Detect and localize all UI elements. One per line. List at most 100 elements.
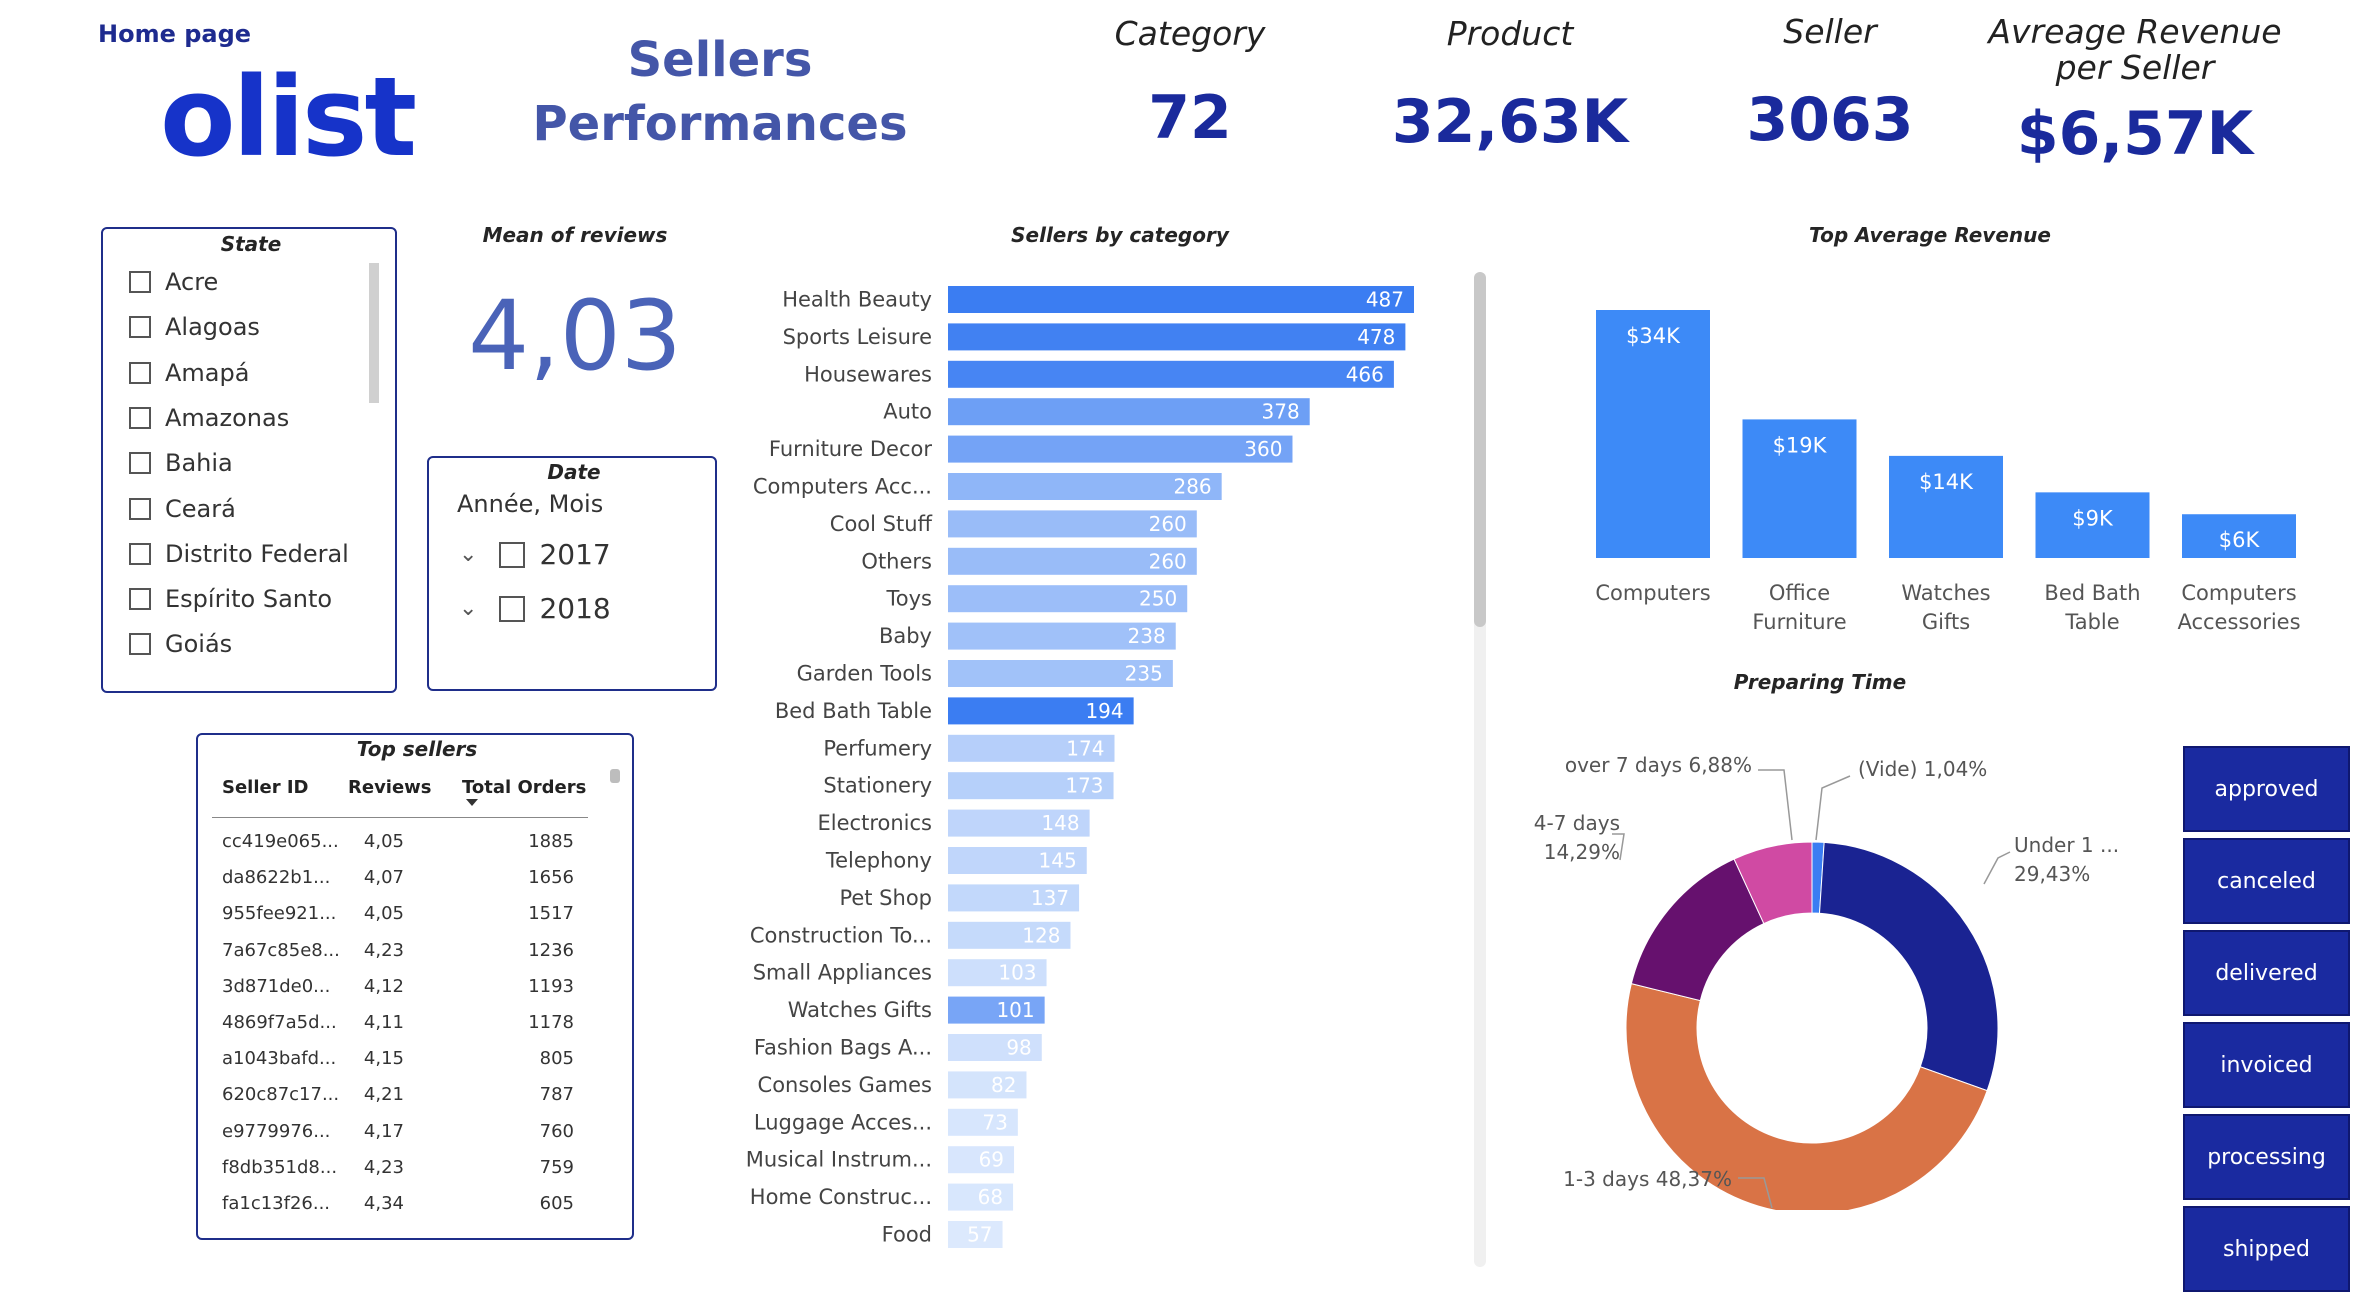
category-label: Health Beauty (782, 288, 932, 312)
top-sellers-title: Top sellers (356, 737, 478, 761)
total-orders-cell: 605 (539, 1193, 574, 1214)
status-canceled-button[interactable]: canceled (2183, 838, 2350, 924)
col-seller-id[interactable]: Seller ID (222, 777, 309, 798)
state-item[interactable]: Espírito Santo (129, 584, 332, 614)
category-value-label: 148 (1041, 811, 1079, 835)
chevron-down-icon[interactable]: ⌄ (459, 542, 477, 567)
category-value-label: 128 (1022, 923, 1060, 947)
state-checkbox[interactable] (129, 361, 151, 384)
category-label: Pet Shop (839, 886, 932, 910)
date-filter-title: Date (547, 460, 601, 484)
reviews-cell: 4,15 (363, 1048, 404, 1070)
seller-id-cell: cc419e065... (222, 831, 339, 852)
category-value-label: 466 (1346, 362, 1384, 386)
sellers-by-category-title: Sellers by category (1011, 223, 1229, 247)
category-value-label: 82 (991, 1073, 1016, 1097)
seller-id-cell: da8622b1... (222, 867, 331, 889)
year-2017-item[interactable]: ⌄ 2017 (459, 538, 611, 571)
state-checkbox[interactable] (129, 406, 151, 429)
total-orders-cell: 759 (539, 1156, 574, 1178)
category-bar[interactable] (948, 286, 1414, 313)
chevron-down-icon[interactable]: ⌄ (459, 596, 477, 621)
category-label: Housewares (804, 362, 932, 386)
state-checkbox[interactable] (129, 452, 151, 475)
year-2017-checkbox[interactable] (499, 541, 526, 568)
revenue-category-label: Table (2064, 610, 2119, 634)
state-label: Espírito Santo (165, 585, 333, 614)
total-orders-cell: 805 (539, 1048, 574, 1070)
category-value-label: 250 (1139, 587, 1177, 611)
date-filter-panel: Date Année, Mois ⌄ 2017 ⌄ 2018 (427, 456, 717, 691)
state-item[interactable]: Ceará (129, 494, 236, 524)
state-checkbox[interactable] (129, 316, 151, 339)
status-delivered-button[interactable]: delivered (2183, 930, 2350, 1016)
category-bar[interactable] (948, 398, 1310, 426)
kpi-category-value: 72 (1148, 83, 1232, 153)
status-approved-button[interactable]: approved (2183, 746, 2350, 832)
state-checkbox[interactable] (129, 633, 151, 656)
category-label: Baby (879, 624, 932, 648)
home-page-link[interactable]: Home page (98, 20, 251, 48)
donut-leader-line (1815, 775, 1851, 841)
state-item[interactable]: Bahia (129, 448, 233, 478)
state-item[interactable]: Amazonas (129, 403, 289, 433)
reviews-cell: 4,23 (363, 1156, 404, 1178)
total-orders-cell: 1885 (528, 831, 574, 852)
donut-percent-label: 29,43% (2014, 862, 2090, 886)
category-bar[interactable] (948, 323, 1406, 351)
category-value-label: 145 (1039, 849, 1077, 873)
revenue-value-label: $19K (1773, 433, 1828, 457)
state-checkbox[interactable] (129, 497, 151, 520)
state-checkbox[interactable] (129, 271, 151, 293)
category-value-label: 173 (1065, 774, 1103, 798)
donut-label: over 7 days 6,88% (1565, 753, 1752, 777)
total-orders-cell: 1236 (528, 939, 574, 961)
category-label: Musical Instrum... (746, 1148, 932, 1172)
state-item[interactable]: Goiás (129, 629, 232, 659)
category-label: Consoles Games (758, 1073, 932, 1097)
revenue-category-label: Computers (1595, 581, 1710, 605)
seller-id-cell: a1043bafd... (222, 1048, 337, 1070)
category-value-label: 238 (1128, 624, 1166, 648)
category-label: Luggage Acces... (754, 1110, 932, 1134)
category-label: Furniture Decor (769, 437, 932, 461)
category-bar[interactable] (948, 435, 1293, 463)
year-2018-checkbox[interactable] (499, 595, 526, 622)
mean-reviews-title: Mean of reviews (482, 223, 668, 247)
page-title: Sellers Performances (520, 28, 920, 156)
status-processing-button[interactable]: processing (2183, 1114, 2350, 1200)
donut-slice[interactable] (1818, 841, 1999, 1092)
state-item[interactable]: Acre (129, 267, 218, 297)
status-shipped-button[interactable]: shipped (2183, 1206, 2350, 1292)
seller-id-cell: 3d871de0... (222, 975, 331, 997)
state-item[interactable]: Alagoas (129, 312, 260, 342)
top-sellers-panel: Top sellers Seller ID Reviews Total Orde… (196, 733, 634, 1240)
kpi-avg-revenue-label: Avreage Revenue per Seller (1988, 12, 2282, 87)
reviews-cell: 4,07 (363, 867, 404, 889)
category-label: Fashion Bags A... (754, 1036, 932, 1060)
top-sellers-scrollbar[interactable] (610, 769, 620, 783)
state-filter-scrollbar[interactable] (369, 263, 379, 403)
category-chart-scroll-track[interactable] (1474, 272, 1486, 1267)
state-checkbox[interactable] (129, 588, 151, 611)
state-label: Amazonas (165, 403, 290, 432)
state-checkbox[interactable] (129, 542, 151, 565)
state-item[interactable]: Distrito Federal (129, 539, 349, 569)
revenue-category-label: Office (1769, 581, 1830, 605)
category-bar[interactable] (948, 360, 1394, 388)
donut-label: 4-7 days (1534, 811, 1620, 835)
category-chart-scroll-thumb[interactable] (1474, 272, 1486, 627)
total-orders-cell: 1193 (528, 975, 574, 997)
category-label: Others (861, 549, 932, 573)
seller-id-cell: 4869f7a5d... (222, 1012, 337, 1033)
col-reviews[interactable]: Reviews (348, 777, 432, 798)
state-label: Goiás (165, 630, 233, 659)
category-value-label: 487 (1366, 288, 1404, 312)
year-2018-item[interactable]: ⌄ 2018 (459, 592, 611, 625)
category-value-label: 68 (978, 1185, 1003, 1209)
state-label: Bahia (165, 449, 233, 478)
status-invoiced-button[interactable]: invoiced (2183, 1022, 2350, 1108)
category-label: Toys (886, 587, 932, 611)
col-total-orders[interactable]: Total Orders (462, 777, 586, 798)
state-item[interactable]: Amapá (129, 358, 249, 388)
